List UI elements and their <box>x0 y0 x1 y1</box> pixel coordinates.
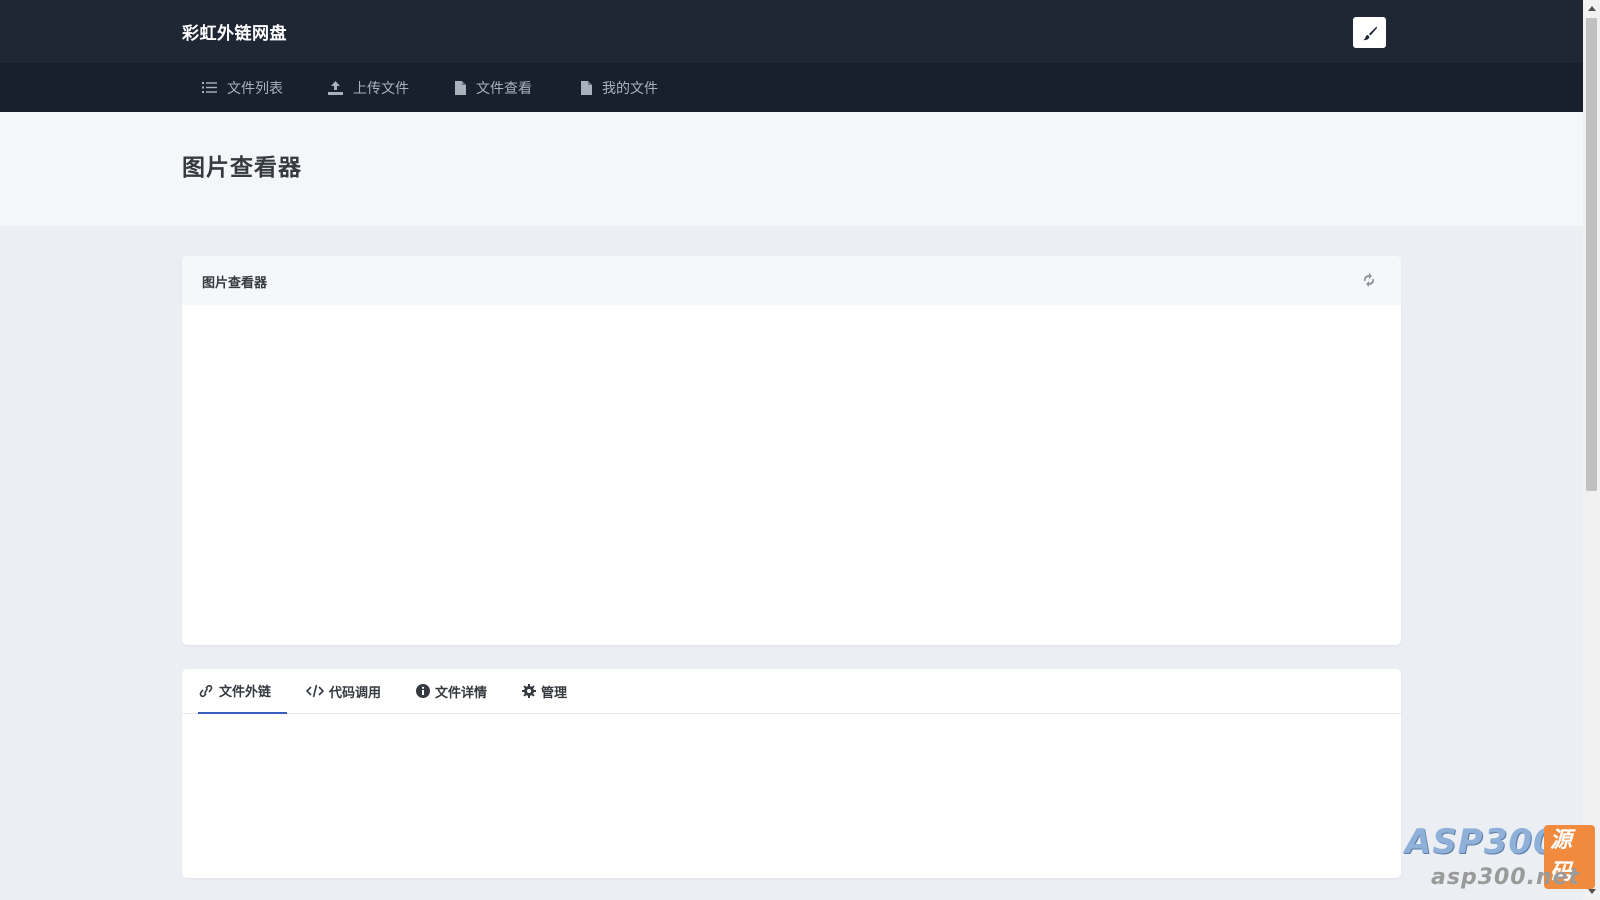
page-header: 图片查看器 <box>0 112 1583 226</box>
watermark: ASP300 源码 asp300.net <box>1405 822 1595 892</box>
watermark-logo: ASP300 <box>1405 822 1558 862</box>
tab-label: 代码调用 <box>329 685 382 701</box>
card-header: 图片查看器 <box>182 256 1401 305</box>
watermark-url: asp300.net <box>1431 865 1581 890</box>
nav-label: 我的文件 <box>602 80 658 97</box>
card-title: 图片查看器 <box>202 276 268 291</box>
refresh-icon <box>1363 273 1375 287</box>
tab-content <box>182 714 1401 878</box>
tab-code-embed[interactable]: 代码调用 <box>306 669 381 713</box>
tab-manage[interactable]: 管理 <box>522 669 567 713</box>
nav-item-file-list[interactable]: 文件列表 <box>202 63 283 112</box>
nav-label: 上传文件 <box>353 80 409 97</box>
vertical-scrollbar[interactable] <box>1583 0 1600 900</box>
list-icon <box>202 82 217 93</box>
gear-icon <box>522 684 536 698</box>
top-header: 彩虹外链网盘 <box>0 0 1583 63</box>
upload-icon <box>328 80 343 95</box>
tab-file-details[interactable]: 文件详情 <box>416 669 487 713</box>
tab-label: 文件外链 <box>219 685 272 700</box>
scroll-thumb[interactable] <box>1586 18 1597 491</box>
file-info-card: 文件外链 代码调用 文件详情 管理 <box>182 669 1401 878</box>
page-title: 图片查看器 <box>182 155 302 181</box>
brand-title[interactable]: 彩虹外链网盘 <box>182 19 287 44</box>
image-viewer-card: 图片查看器 <box>182 256 1401 645</box>
info-icon <box>416 684 430 698</box>
refresh-button[interactable] <box>1361 272 1377 292</box>
image-display-area <box>182 305 1401 645</box>
nav-label: 文件列表 <box>227 80 283 97</box>
nav-label: 文件查看 <box>476 80 532 97</box>
theme-button[interactable] <box>1353 17 1386 48</box>
nav-item-file-view[interactable]: 文件查看 <box>455 63 532 112</box>
scroll-up-arrow[interactable] <box>1583 0 1600 17</box>
tab-file-link[interactable]: 文件外链 <box>198 669 288 714</box>
code-icon <box>306 684 324 698</box>
tab-bar: 文件外链 代码调用 文件详情 管理 <box>182 669 1401 714</box>
main-nav: 文件列表 上传文件 文件查看 我的文件 <box>0 63 1583 112</box>
chevron-up-icon <box>1587 6 1596 11</box>
brush-icon <box>1362 26 1377 40</box>
file-icon <box>581 80 592 95</box>
nav-item-my-files[interactable]: 我的文件 <box>581 63 658 112</box>
nav-item-upload[interactable]: 上传文件 <box>328 63 409 112</box>
tab-label: 管理 <box>541 685 568 701</box>
link-icon <box>199 684 213 697</box>
file-icon <box>455 80 466 95</box>
tab-label: 文件详情 <box>435 685 488 701</box>
